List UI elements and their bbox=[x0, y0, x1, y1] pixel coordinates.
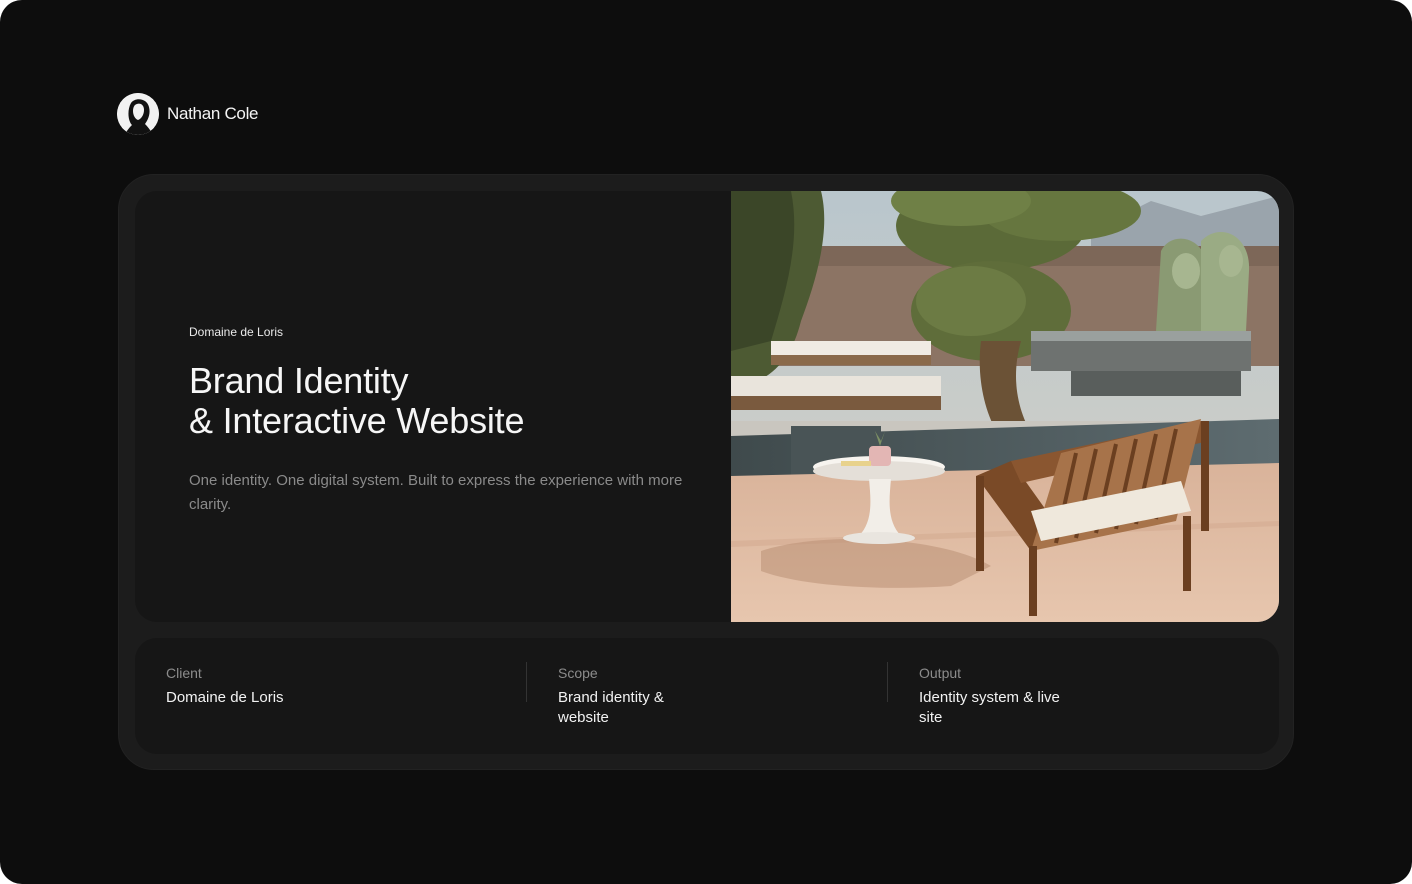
hero-image bbox=[731, 191, 1279, 622]
avatar bbox=[117, 93, 159, 135]
meta-divider bbox=[526, 662, 527, 702]
hero-text: Domaine de Loris Brand Identity & Intera… bbox=[189, 325, 709, 517]
meta-client-value: Domaine de Loris bbox=[166, 689, 284, 706]
meta-scope-value-line-2: website bbox=[558, 709, 609, 726]
person-silhouette-icon bbox=[117, 93, 159, 135]
portfolio-screen: Nathan Cole Domaine de Loris Brand Ident… bbox=[0, 0, 1412, 884]
meta-scope-value: Brand identity & website bbox=[558, 688, 664, 728]
meta-client: Client Domaine de Loris bbox=[166, 665, 284, 708]
project-name: Domaine de Loris bbox=[189, 325, 284, 339]
project-description: One identity. One digital system. Built … bbox=[189, 472, 683, 513]
meta-output-value: Identity system & live site bbox=[919, 688, 1060, 728]
page-title: Brand Identity & Interactive Website bbox=[189, 361, 709, 441]
author-name: Nathan Cole bbox=[167, 104, 259, 123]
meta-output: Output Identity system & live site bbox=[919, 665, 1060, 728]
meta-scope-value-line-1: Brand identity & bbox=[558, 689, 664, 706]
meta-divider bbox=[887, 662, 888, 702]
hero-panel: Domaine de Loris Brand Identity & Intera… bbox=[135, 191, 1279, 622]
project-meta: Client Domaine de Loris Scope Brand iden… bbox=[135, 638, 1279, 754]
meta-output-value-line-1: Identity system & live bbox=[919, 689, 1060, 706]
meta-client-label: Client bbox=[166, 665, 202, 681]
meta-output-label: Output bbox=[919, 665, 962, 681]
title-line-2: & Interactive Website bbox=[189, 400, 525, 441]
project-card: Domaine de Loris Brand Identity & Intera… bbox=[118, 174, 1294, 770]
meta-output-value-line-2: site bbox=[919, 709, 943, 726]
meta-scope: Scope Brand identity & website bbox=[558, 665, 664, 728]
brand-header[interactable]: Nathan Cole bbox=[117, 93, 259, 135]
patio-photo bbox=[731, 191, 1279, 622]
title-line-1: Brand Identity bbox=[189, 360, 409, 401]
meta-scope-label: Scope bbox=[558, 665, 598, 681]
